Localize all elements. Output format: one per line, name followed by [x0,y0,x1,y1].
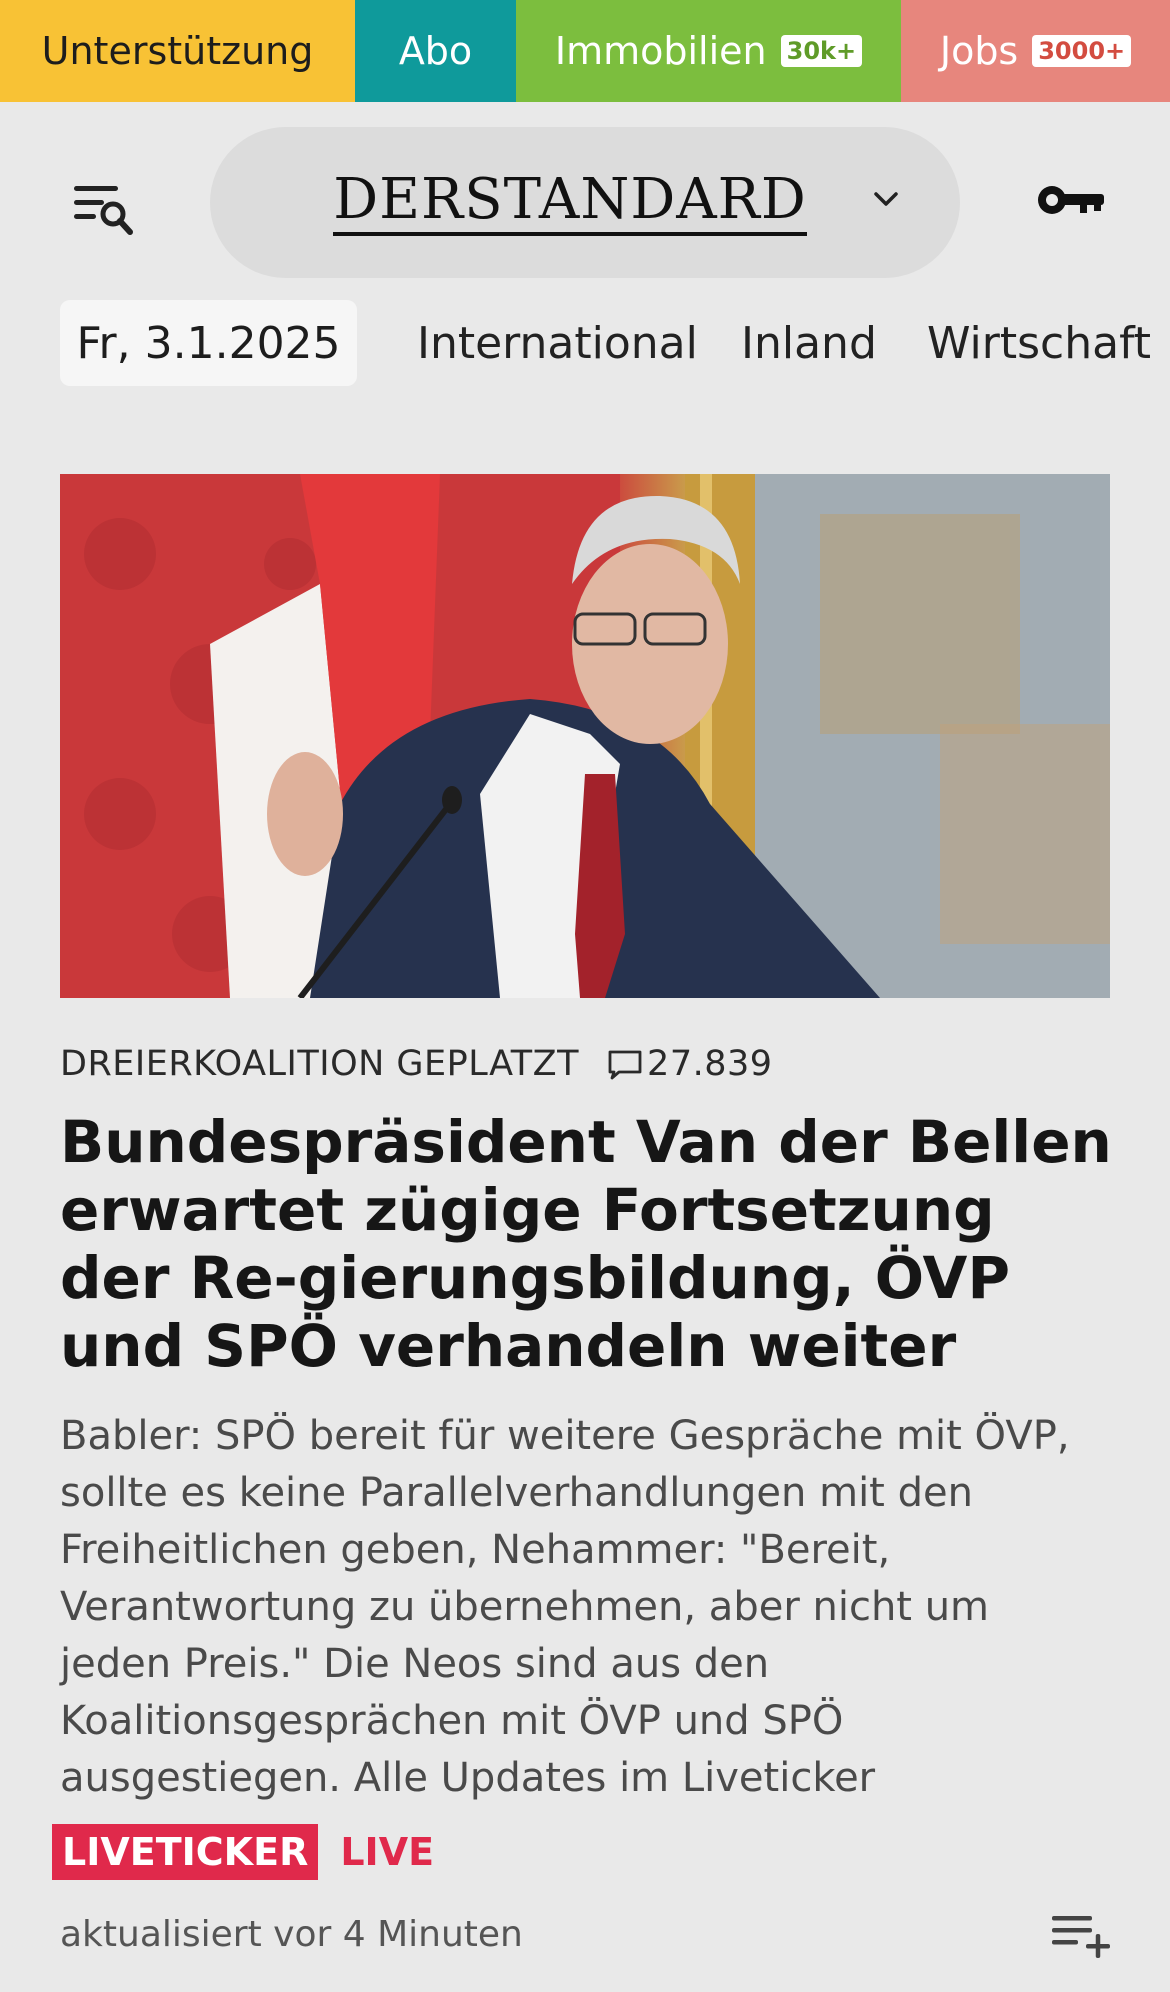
abo-link[interactable]: Abo [355,0,516,102]
article-teaser[interactable]: Babler: SPÖ bereit für weitere Gespräche… [60,1408,1110,1807]
derstandard-logo[interactable]: DERSTANDARD [210,167,960,236]
nav-item-international[interactable]: International [417,318,698,369]
immobilien-label: Immobilien [554,29,767,73]
hero-photo-illustration [60,474,1110,998]
support-label: Unterstützung [41,29,314,73]
site-header: DERSTANDARD [0,102,1170,278]
date-label: Fr, 3.1.2025 [76,317,341,369]
support-link[interactable]: Unterstützung [0,0,355,102]
top-bar: Unterstützung Abo Immobilien 30k+ Jobs 3… [0,0,1170,102]
kicker-label: DREIERKOALITION GEPLATZT [60,1044,580,1084]
nav-item-wirtschaft[interactable]: Wirtschaft [927,318,1151,369]
live-indicator: LIVETICKER LIVE [52,1824,434,1880]
menu-search-icon[interactable] [72,180,136,240]
immobilien-count-badge: 30k+ [780,35,863,67]
live-label: LIVE [340,1830,435,1874]
date-chip[interactable]: Fr, 3.1.2025 [60,300,357,386]
jobs-label: Jobs [939,29,1019,73]
brand-selector[interactable]: DERSTANDARD [210,127,960,278]
jobs-link[interactable]: Jobs 3000+ [901,0,1170,102]
immobilien-link[interactable]: Immobilien 30k+ [516,0,901,102]
comment-count[interactable]: 27.839 [607,1044,772,1084]
hero-image[interactable] [60,474,1110,998]
logo-text: DERSTANDARD [333,170,807,236]
jobs-count-badge: 3000+ [1032,35,1132,67]
article-kicker[interactable]: DREIERKOALITION GEPLATZT 27.839 [60,1044,773,1084]
comment-count-value: 27.839 [647,1044,773,1084]
add-to-list-icon[interactable] [1050,1910,1112,1960]
section-nav: Fr, 3.1.2025 International Inland Wirtsc… [0,300,1170,388]
nav-item-inland[interactable]: Inland [741,318,877,369]
liveticker-badge: LIVETICKER [52,1824,319,1880]
abo-label: Abo [398,29,473,73]
key-icon[interactable] [1036,178,1106,222]
comment-icon [608,1050,642,1080]
chevron-down-icon[interactable] [872,189,900,209]
article-headline[interactable]: Bundespräsident Van der Bellen erwartet … [60,1108,1120,1380]
updated-timestamp: aktualisiert vor 4 Minuten [60,1914,523,1955]
